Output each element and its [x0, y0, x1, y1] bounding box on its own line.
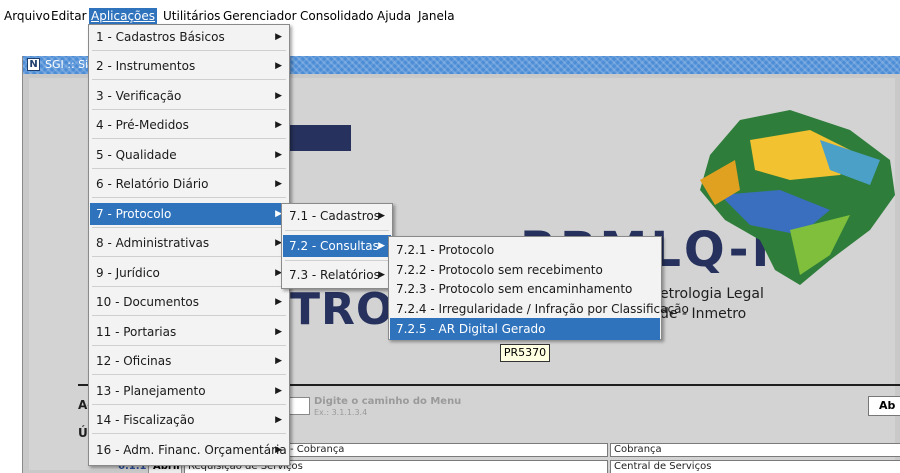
menu-path-example: Ex.: 3.1.1.3.4	[314, 408, 368, 417]
chevron-right-icon: ▶	[275, 91, 282, 101]
menu-item-label: 1 - Cadastros Básicos	[96, 30, 225, 44]
abrir-button[interactable]: Ab	[868, 396, 900, 416]
menu-aplicacoes[interactable]: Aplicações	[89, 8, 158, 24]
menu-item-label: 7.2.5 - AR Digital Gerado	[396, 322, 546, 336]
menu-item-label: 2 - Instrumentos	[96, 59, 196, 73]
menu-item-label: 14 - Fiscalização	[96, 413, 195, 427]
applications-menu: 1 - Cadastros Básicos ▶ 2 - Instrumentos ▶…	[88, 24, 290, 466]
menu-item-ar-digital-gerado[interactable]: 7.2.5 - AR Digital Gerado	[390, 318, 660, 340]
menu-item-consulta-protocolo[interactable]: 7.2.1 - Protocolo	[390, 239, 660, 261]
menu-item-irregularidade-infracao[interactable]: 7.2.4 - Irregularidade / Infração por Cl…	[390, 298, 689, 320]
menu-separator	[92, 315, 286, 316]
protocolo-submenu: 7.1 - Cadastros ▶ 7.2 - Consultas ▶ 7.3 - …	[281, 203, 393, 289]
menu-item-pre-medidos[interactable]: 4 - Pré-Medidos ▶	[90, 114, 288, 136]
menu-item-label: 7.1 - Cadastros	[289, 209, 380, 223]
menu-item-label: 7.2.2 - Protocolo sem recebimento	[396, 263, 603, 277]
menu-item-adm-financ[interactable]: 16 - Adm. Financ. Orçamentária ▶	[90, 439, 288, 461]
menu-item-label: 13 - Planejamento	[96, 384, 206, 398]
menu-item-cadastros-basicos[interactable]: 1 - Cadastros Básicos ▶	[90, 26, 288, 48]
chevron-right-icon: ▶	[275, 179, 282, 189]
chevron-right-icon: ▶	[378, 270, 385, 280]
menu-gerenciador[interactable]: Gerenciador	[221, 8, 299, 24]
chevron-right-icon: ▶	[275, 150, 282, 160]
menu-item-label: 9 - Jurídico	[96, 266, 160, 280]
menu-separator	[92, 374, 286, 375]
menu-item-qualidade[interactable]: 5 - Qualidade ▶	[90, 144, 288, 166]
menu-separator	[92, 138, 286, 139]
chevron-right-icon: ▶	[275, 297, 282, 307]
menu-item-verificacao[interactable]: 3 - Verificação ▶	[90, 85, 288, 107]
chevron-right-icon: ▶	[378, 241, 385, 251]
menu-item-label: 4 - Pré-Medidos	[96, 118, 189, 132]
chevron-right-icon: ▶	[378, 211, 385, 221]
chevron-right-icon: ▶	[275, 61, 282, 71]
chevron-right-icon: ▶	[275, 327, 282, 337]
menu-item-protocolo[interactable]: 7 - Protocolo ▶	[90, 203, 288, 225]
chevron-right-icon: ▶	[275, 120, 282, 130]
menu-item-relatorios[interactable]: 7.3 - Relatórios ▶	[283, 264, 391, 286]
menu-item-label: 6 - Relatório Diário	[96, 177, 209, 191]
brazil-map-logo	[700, 110, 895, 285]
menu-path-input[interactable]	[288, 397, 310, 415]
menu-item-protocolo-sem-encaminhamento[interactable]: 7.2.3 - Protocolo sem encaminhamento	[390, 278, 660, 300]
menu-item-planejamento[interactable]: 13 - Planejamento ▶	[90, 380, 288, 402]
menu-arquivo[interactable]: Arquivo	[2, 8, 52, 24]
recent-row-1-module: Cobrança	[610, 443, 900, 457]
menu-item-instrumentos[interactable]: 2 - Instrumentos ▶	[90, 55, 288, 77]
menu-janela[interactable]: Janela	[416, 8, 457, 24]
menu-item-juridico[interactable]: 9 - Jurídico ▶	[90, 262, 288, 284]
menu-separator	[285, 260, 389, 261]
menu-separator	[92, 197, 286, 198]
menu-code-tooltip: PR5370	[500, 344, 550, 362]
menu-item-consultas[interactable]: 7.2 - Consultas ▶	[283, 235, 391, 257]
menu-item-label: 8 - Administrativas	[96, 236, 210, 250]
menu-item-label: 5 - Qualidade	[96, 148, 177, 162]
menu-item-label: 7.2.4 - Irregularidade / Infração por Cl…	[396, 302, 689, 316]
menu-item-label: 10 - Documentos	[96, 295, 199, 309]
menu-item-label: 3 - Verificação	[96, 89, 182, 103]
chevron-right-icon: ▶	[275, 386, 282, 396]
menu-separator	[92, 256, 286, 257]
menu-separator	[92, 404, 286, 405]
menu-utilitarios[interactable]: Utilitários	[161, 8, 222, 24]
menu-item-portarias[interactable]: 11 - Portarias ▶	[90, 321, 288, 343]
menu-separator	[285, 230, 389, 231]
menu-item-label: 7.2.3 - Protocolo sem encaminhamento	[396, 282, 633, 296]
menu-separator	[92, 286, 286, 287]
menu-separator	[92, 227, 286, 228]
menu-separator	[92, 433, 286, 434]
menu-consolidado[interactable]: Consolidado	[298, 8, 376, 24]
menu-item-oficinas[interactable]: 12 - Oficinas ▶	[90, 350, 288, 372]
menu-editar[interactable]: Editar	[49, 8, 89, 24]
menu-item-administrativas[interactable]: 8 - Administrativas ▶	[90, 232, 288, 254]
window-title: SGI :: Si	[45, 58, 89, 71]
menu-item-documentos[interactable]: 10 - Documentos ▶	[90, 291, 288, 313]
chevron-right-icon: ▶	[275, 415, 282, 425]
logo-inmetro-text: TRO	[290, 284, 395, 335]
menu-item-relatorio-diario[interactable]: 6 - Relatório Diário ▶	[90, 173, 288, 195]
menu-path-hint: Digite o caminho do Menu	[314, 396, 462, 407]
menu-item-cadastros[interactable]: 7.1 - Cadastros ▶	[283, 205, 391, 227]
chevron-right-icon: ▶	[275, 356, 282, 366]
recent-row-2-module: Central de Serviços	[610, 460, 900, 473]
menu-separator	[92, 79, 286, 80]
menu-separator	[92, 109, 286, 110]
chevron-right-icon: ▶	[275, 445, 282, 455]
recent-row-1-path: - Cobrança	[286, 443, 608, 457]
consultas-submenu: 7.2.1 - Protocolo 7.2.2 - Protocolo sem …	[388, 236, 689, 340]
menu-item-label: 12 - Oficinas	[96, 354, 172, 368]
menu-item-label: 7.3 - Relatórios	[289, 268, 380, 282]
menu-item-label: 7 - Protocolo	[96, 207, 172, 221]
menu-item-label: 16 - Adm. Financ. Orçamentária	[96, 443, 287, 457]
menu-item-label: 7.2 - Consultas	[289, 239, 379, 253]
chevron-right-icon: ▶	[275, 32, 282, 42]
menu-item-label: 7.2.1 - Protocolo	[396, 243, 495, 257]
menu-item-label: 11 - Portarias	[96, 325, 177, 339]
menu-separator	[92, 50, 286, 51]
app-icon: N	[27, 58, 40, 71]
menu-separator	[92, 345, 286, 346]
menu-separator	[92, 168, 286, 169]
menu-ajuda[interactable]: Ajuda	[375, 8, 413, 24]
menu-item-fiscalizacao[interactable]: 14 - Fiscalização ▶	[90, 409, 288, 431]
